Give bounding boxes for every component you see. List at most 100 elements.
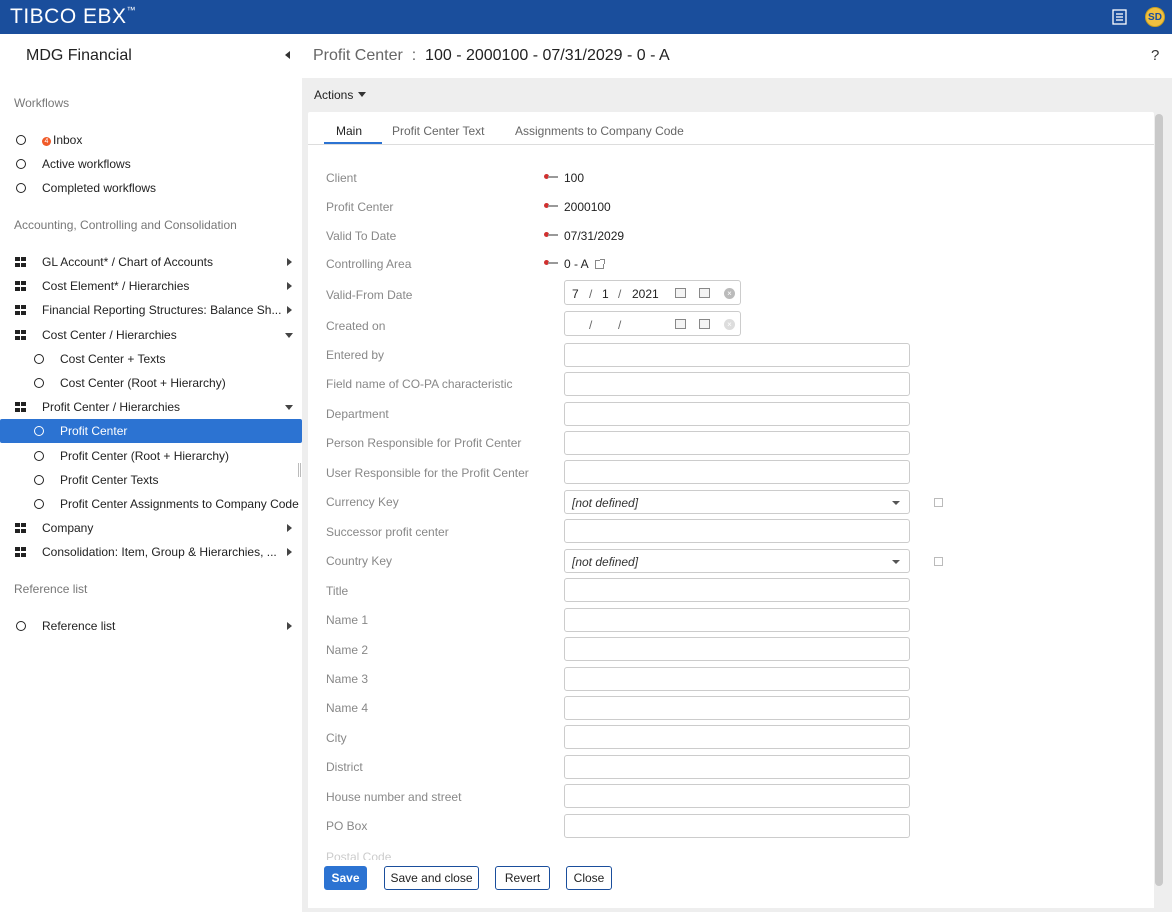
city-label: City xyxy=(326,731,347,745)
sidebar-title: MDG Financial xyxy=(26,47,132,64)
revert-button[interactable]: Revert xyxy=(495,866,550,890)
successor-input[interactable] xyxy=(564,519,910,543)
house-input[interactable] xyxy=(564,784,910,808)
help-icon[interactable]: ? xyxy=(1151,47,1159,64)
task-list-icon[interactable] xyxy=(1110,7,1130,27)
clear-icon[interactable]: × xyxy=(724,288,735,299)
sidebar-item-cost-center-texts[interactable]: Cost Center + Texts xyxy=(0,347,302,371)
person-responsible-label: Person Responsible for Profit Center xyxy=(326,436,522,450)
name1-input[interactable] xyxy=(564,608,910,632)
user-responsible-input[interactable] xyxy=(564,460,910,484)
user-avatar[interactable]: SD xyxy=(1145,7,1165,27)
person-responsible-input[interactable] xyxy=(564,431,910,455)
tab-profit-center-text[interactable]: Profit Center Text xyxy=(392,124,484,138)
country-key-select[interactable]: [not defined] xyxy=(564,549,910,573)
name2-label: Name 2 xyxy=(326,643,369,657)
created-on-date-input[interactable]: / / × xyxy=(564,311,741,336)
department-input[interactable] xyxy=(564,402,910,426)
collapse-arrow-icon[interactable] xyxy=(285,405,293,410)
sidebar-item-profit-center-assignments[interactable]: Profit Center Assignments to Company Cod… xyxy=(0,492,302,516)
sidebar-item-profit-center-hierarchies[interactable]: Profit Center / Hierarchies xyxy=(0,395,302,419)
calendar-icon[interactable] xyxy=(675,288,686,298)
primary-key-icon xyxy=(544,202,558,210)
expand-arrow-icon[interactable] xyxy=(287,622,292,630)
sidebar-item-gl-account[interactable]: GL Account* / Chart of Accounts xyxy=(0,250,302,274)
sidebar: MDG Financial Workflows 4 Inbox Active wo… xyxy=(0,34,302,912)
copa-input[interactable] xyxy=(564,372,910,396)
sidebar-item-profit-center[interactable]: Profit Center xyxy=(0,419,302,443)
expand-arrow-icon[interactable] xyxy=(287,548,292,556)
sidebar-item-consolidation[interactable]: Consolidation: Item, Group & Hierarchies… xyxy=(0,540,302,564)
today-icon[interactable] xyxy=(699,319,710,329)
calendar-icon[interactable] xyxy=(675,319,686,329)
open-link-icon[interactable] xyxy=(934,557,943,566)
sidebar-item-company[interactable]: Company xyxy=(0,516,302,540)
sidebar-item-active-workflows[interactable]: Active workflows xyxy=(0,152,302,176)
user-responsible-label: User Responsible for the Profit Center xyxy=(326,466,529,480)
open-link-icon[interactable] xyxy=(594,259,605,269)
actions-menu[interactable]: Actions xyxy=(314,88,367,102)
save-and-close-button[interactable]: Save and close xyxy=(384,866,479,890)
primary-key-icon xyxy=(544,259,558,267)
expand-arrow-icon[interactable] xyxy=(287,282,292,290)
name3-input[interactable] xyxy=(564,667,910,691)
name4-input[interactable] xyxy=(564,696,910,720)
form-scrollbar[interactable] xyxy=(1155,114,1163,886)
controlling-area-value: 0 - A xyxy=(544,257,605,271)
tibco-ebx-logo[interactable]: TIBCO EBX™ xyxy=(10,5,136,29)
today-icon[interactable] xyxy=(699,288,710,298)
sidebar-item-cost-element[interactable]: Cost Element* / Hierarchies xyxy=(0,274,302,298)
sidebar-item-cost-center-hierarchies[interactable]: Cost Center / Hierarchies xyxy=(0,323,302,347)
valid-from-label: Valid-From Date xyxy=(326,288,413,302)
sidebar-item-reference-list[interactable]: Reference list xyxy=(0,614,302,638)
dataset-grid-icon xyxy=(15,330,26,340)
sidebar-item-inbox[interactable]: 4 Inbox xyxy=(0,128,302,152)
primary-key-icon xyxy=(544,231,558,239)
sidebar-resize-handle[interactable] xyxy=(298,463,301,477)
form-button-bar: Save Save and close Revert Close xyxy=(308,860,1154,908)
expand-arrow-icon[interactable] xyxy=(287,258,292,266)
profit-center-label: Profit Center xyxy=(326,200,394,214)
sidebar-item-financial-reporting[interactable]: Financial Reporting Structures: Balance … xyxy=(0,298,302,322)
open-link-icon[interactable] xyxy=(934,498,943,507)
collapse-arrow-icon[interactable] xyxy=(285,333,293,338)
circle-icon xyxy=(34,426,44,436)
collapse-sidebar-icon[interactable] xyxy=(285,51,290,59)
clear-icon[interactable]: × xyxy=(724,319,735,330)
currency-key-select[interactable]: [not defined] xyxy=(564,490,910,514)
pobox-input[interactable] xyxy=(564,814,910,838)
title-input[interactable] xyxy=(564,578,910,602)
circle-icon xyxy=(16,183,26,193)
sidebar-item-completed-workflows[interactable]: Completed workflows xyxy=(0,176,302,200)
chevron-down-icon xyxy=(892,501,900,505)
valid-to-label: Valid To Date xyxy=(326,229,397,243)
entered-by-input[interactable] xyxy=(564,343,910,367)
name2-input[interactable] xyxy=(564,637,910,661)
valid-from-date-input[interactable]: 7 / 1 / 2021 × xyxy=(564,280,741,305)
dataset-grid-icon xyxy=(15,523,26,533)
sidebar-item-cost-center-root[interactable]: Cost Center (Root + Hierarchy) xyxy=(0,371,302,395)
save-button[interactable]: Save xyxy=(324,866,367,890)
sidebar-item-profit-center-texts[interactable]: Profit Center Texts xyxy=(0,468,302,492)
section-accounting: Accounting, Controlling and Consolidatio… xyxy=(14,218,237,232)
primary-key-icon xyxy=(544,173,558,181)
district-input[interactable] xyxy=(564,755,910,779)
district-label: District xyxy=(326,760,363,774)
record-header: Profit Center : 100 - 2000100 - 07/31/20… xyxy=(302,34,1172,78)
circle-icon xyxy=(34,499,44,509)
expand-arrow-icon[interactable] xyxy=(287,524,292,532)
circle-icon xyxy=(34,378,44,388)
city-input[interactable] xyxy=(564,725,910,749)
page-title: Profit Center : 100 - 2000100 - 07/31/20… xyxy=(313,47,670,64)
expand-arrow-icon[interactable] xyxy=(287,306,292,314)
chevron-down-icon xyxy=(358,92,367,97)
tab-assignments[interactable]: Assignments to Company Code xyxy=(515,124,684,138)
sidebar-item-profit-center-root[interactable]: Profit Center (Root + Hierarchy) xyxy=(0,444,302,468)
close-button[interactable]: Close xyxy=(566,866,612,890)
profit-center-value: 2000100 xyxy=(544,200,611,214)
department-label: Department xyxy=(326,407,389,421)
successor-label: Successor profit center xyxy=(326,525,449,539)
title-label: Title xyxy=(326,584,349,598)
tab-main[interactable]: Main xyxy=(336,124,362,138)
chevron-down-icon xyxy=(892,560,900,564)
